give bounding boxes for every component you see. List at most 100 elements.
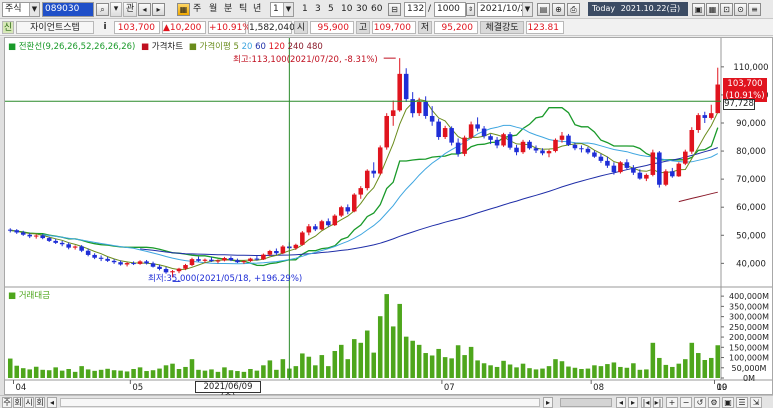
plus-icon[interactable]: +	[666, 397, 678, 408]
save-icon[interactable]: ▣	[722, 397, 734, 408]
high-value: 109,700	[372, 21, 416, 34]
zoom-in-icon[interactable]: ◂	[616, 397, 626, 408]
chart-canvas[interactable]: 110,000100,00090,00080,00070,00060,00050…	[5, 38, 772, 394]
bottom-btn-round[interactable]: 회	[35, 397, 45, 408]
volume-bar	[326, 366, 331, 378]
candle-body	[657, 152, 662, 185]
chart-panel[interactable]: 110,000100,00090,00080,00070,00060,00050…	[4, 37, 773, 402]
interval-select[interactable]: 1 ▼	[270, 2, 294, 17]
crosshair-date-label: 2021/06/09 (수)	[195, 381, 261, 402]
period-week[interactable]: 주	[193, 2, 201, 17]
candle-body	[546, 151, 552, 154]
print-icon[interactable]: ⎙	[567, 3, 580, 16]
legend-ma-120: 120	[268, 42, 285, 52]
minus-icon[interactable]: −	[680, 397, 692, 408]
count-total-input[interactable]: 1000	[434, 2, 466, 17]
candle-body	[111, 260, 117, 263]
volume-bar	[494, 366, 500, 378]
volume-bar	[462, 355, 467, 378]
minute-btn-3[interactable]: 3	[315, 2, 321, 17]
minute-btn-1[interactable]: 1	[302, 2, 308, 17]
chevron-down-icon[interactable]: ▼	[29, 3, 39, 16]
expand-icon[interactable]: ⇲	[750, 397, 762, 408]
price-y-tick-label: 70,000	[736, 175, 766, 185]
volume-bar	[481, 363, 487, 378]
last-icon[interactable]: ▸|	[653, 397, 663, 408]
period-month[interactable]: 월	[209, 2, 217, 17]
candle-body	[533, 148, 539, 151]
candle-body	[53, 240, 58, 243]
volume-bar	[7, 358, 13, 378]
date-select[interactable]: 2021/10/22 ▼	[477, 2, 533, 17]
candle-body	[222, 258, 227, 261]
candle-body	[384, 115, 389, 148]
next-icon[interactable]: ▸	[152, 3, 165, 16]
search-icon[interactable]: ⌕	[96, 3, 109, 16]
legend-ma-20: 20	[241, 42, 253, 52]
volume-bar	[637, 369, 643, 378]
market-type-select[interactable]: 주식 ▼	[2, 2, 40, 17]
minute-btn-60[interactable]: 60	[371, 2, 382, 17]
minute-btn-30[interactable]: 30	[356, 2, 367, 17]
prev-icon[interactable]: ◂	[138, 3, 151, 16]
dropdown-button[interactable]: ▾	[110, 2, 122, 17]
volume-bar	[274, 369, 279, 378]
stepper-icon[interactable]: ⇕	[466, 3, 475, 16]
settings-icon[interactable]: ⊟	[388, 3, 401, 16]
price-y-tick-label: 80,000	[736, 147, 766, 157]
volume-bar	[267, 360, 273, 378]
grid-icon[interactable]: ▦	[706, 3, 719, 16]
candle-body	[313, 226, 318, 230]
reset-icon[interactable]: ↺	[694, 397, 706, 408]
stock-name[interactable]: 자이언트스텝	[16, 21, 94, 34]
x-tick-label: 07	[444, 383, 455, 393]
first-icon[interactable]: |◂	[641, 397, 651, 408]
info-icon[interactable]: i	[100, 21, 110, 34]
list-icon[interactable]: ☰	[736, 397, 748, 408]
zoom-out-icon[interactable]: ▸	[628, 397, 638, 408]
volume-bar	[150, 370, 156, 378]
pin-icon[interactable]: ⊙	[734, 3, 747, 16]
price-y-tick-label: 50,000	[736, 231, 766, 241]
volume-bar	[183, 366, 188, 378]
related-button[interactable]: 관	[123, 2, 137, 17]
zoom-slider[interactable]	[560, 398, 612, 407]
x-tick-label: 04	[15, 383, 26, 393]
price-y-tick-label: 90,000	[736, 119, 766, 129]
volume-bar	[351, 339, 357, 378]
chevron-down-icon[interactable]: ▼	[283, 3, 293, 16]
chevron-down-icon[interactable]: ▼	[522, 3, 532, 16]
config-icon[interactable]: ⚙	[708, 397, 720, 408]
scroll-left-icon[interactable]: ◂	[47, 397, 57, 408]
volume-bar	[293, 366, 299, 378]
bottom-btn-time[interactable]: 시	[24, 397, 34, 408]
bottom-btn-week[interactable]: 주	[2, 397, 12, 408]
bottom-btn-turn[interactable]: 회	[13, 397, 23, 408]
period-tick[interactable]: 틱	[239, 2, 247, 17]
volume-y-tick-label: 350,000M	[729, 302, 769, 311]
candle-body	[209, 259, 214, 262]
minute-btn-5[interactable]: 5	[328, 2, 334, 17]
table-icon[interactable]: ▤	[537, 3, 550, 16]
zoom-icon[interactable]: ⊕	[552, 3, 565, 16]
open-value: 95,900	[310, 21, 354, 34]
volume-bar	[696, 353, 701, 378]
candle-body	[72, 246, 78, 248]
period-minute[interactable]: 분	[224, 2, 232, 17]
count-input[interactable]: 132	[404, 2, 426, 17]
horizontal-scrollbar[interactable]	[60, 398, 540, 407]
period-year[interactable]: 년	[253, 2, 261, 17]
count-total-value: 1000	[437, 4, 460, 14]
menu-icon[interactable]: ≡	[748, 3, 761, 16]
candle-body	[274, 250, 279, 254]
volume-bar	[423, 353, 428, 378]
candle-body	[319, 221, 325, 230]
layout-icon[interactable]: ▣	[692, 3, 705, 16]
candle-body	[572, 144, 578, 149]
calendar-icon[interactable]: ▦	[177, 3, 190, 16]
stock-code-input[interactable]: 089030	[42, 2, 94, 17]
minute-btn-10[interactable]: 10	[341, 2, 352, 17]
volume-bar	[209, 369, 214, 378]
scroll-right-icon[interactable]: ▸	[543, 397, 553, 408]
lock-icon[interactable]: ⊡	[720, 3, 733, 16]
